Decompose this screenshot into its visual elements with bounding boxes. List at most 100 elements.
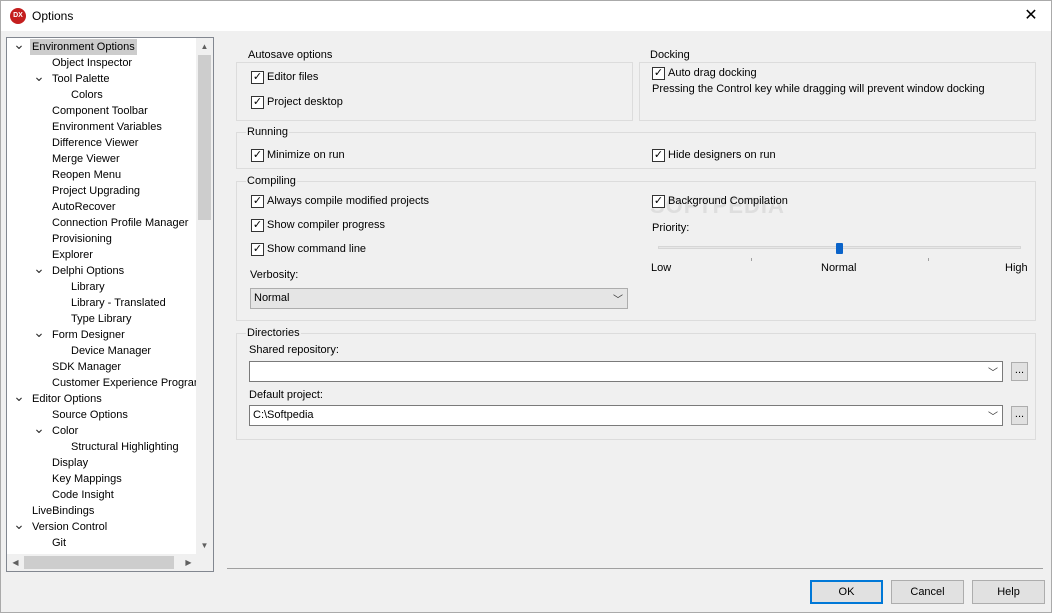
scroll-right-icon[interactable]: ▶: [180, 554, 197, 571]
tree-item[interactable]: Delphi Options: [50, 263, 126, 279]
checkbox-label: Auto drag docking: [668, 67, 757, 79]
tree-item[interactable]: Colors: [69, 87, 105, 103]
directories-title: Directories: [246, 327, 301, 339]
shared-repository-label: Shared repository:: [249, 344, 339, 356]
tree-item[interactable]: Reopen Menu: [50, 167, 123, 183]
expand-toggle-icon[interactable]: ⌄: [13, 38, 25, 55]
tree-item[interactable]: SDK Manager: [50, 359, 123, 375]
checkbox-box: ✓: [251, 243, 264, 256]
chevron-down-icon[interactable]: ﹀: [988, 364, 998, 379]
tree-item[interactable]: Editor Options: [30, 391, 104, 407]
slider-tick: [751, 258, 752, 261]
tree-item[interactable]: Environment Variables: [50, 119, 164, 135]
tree-item[interactable]: Structural Highlighting: [69, 439, 181, 455]
browse-default-button[interactable]: ...: [1011, 406, 1028, 425]
tree-item[interactable]: Display: [50, 455, 90, 471]
scroll-corner: [196, 554, 213, 571]
checkbox-box: ✓: [251, 96, 264, 109]
tree-item[interactable]: Connection Profile Manager: [50, 215, 190, 231]
browse-shared-button[interactable]: ...: [1011, 362, 1028, 381]
autosave-title: Autosave options: [247, 49, 334, 61]
priority-low-label: Low: [651, 262, 672, 274]
expand-toggle-icon[interactable]: ⌄: [13, 389, 25, 407]
checkbox-box: ✓: [251, 71, 264, 84]
expand-toggle-icon[interactable]: ⌄: [33, 261, 45, 279]
tree-content: ⌄ Environment Options Object Inspector ⌄ Too…: [7, 38, 197, 554]
verbosity-select[interactable]: Normal ﹀: [250, 288, 628, 309]
window-title: Options: [32, 9, 74, 23]
expand-toggle-icon[interactable]: ⌄: [13, 517, 25, 535]
tree-item[interactable]: Environment Options: [30, 39, 137, 55]
tree-item[interactable]: Version Control: [30, 519, 109, 535]
shared-repository-input[interactable]: ﹀: [249, 361, 1003, 382]
tree-item[interactable]: Component Toolbar: [50, 103, 150, 119]
tree-item[interactable]: Form Designer: [50, 327, 127, 343]
tree-item[interactable]: Object Inspector: [50, 55, 134, 71]
tree-item[interactable]: Provisioning: [50, 231, 114, 247]
checkbox-label: Background Compilation: [668, 195, 788, 207]
help-button[interactable]: Help: [972, 580, 1045, 604]
tree-item[interactable]: Customer Experience Program: [50, 375, 197, 391]
checkbox-box: ✓: [251, 149, 264, 162]
tree-item[interactable]: AutoRecover: [50, 199, 118, 215]
options-tree[interactable]: ⌄ Environment Options Object Inspector ⌄ Too…: [6, 37, 214, 572]
checkbox-box: ✓: [652, 195, 665, 208]
checkbox-label: Always compile modified projects: [267, 195, 430, 207]
checkbox-box: ✓: [652, 149, 665, 162]
checkbox-label: Hide designers on run: [668, 149, 776, 161]
priority-label: Priority:: [652, 222, 690, 234]
scroll-thumb-horizontal[interactable]: [24, 556, 174, 569]
running-title: Running: [246, 126, 289, 138]
tree-item[interactable]: Library - Translated: [69, 295, 168, 311]
slider-tick: [928, 258, 929, 261]
expand-toggle-icon[interactable]: ⌄: [33, 325, 45, 343]
docking-note: Pressing the Control key while dragging …: [652, 83, 985, 95]
tree-item[interactable]: Explorer: [50, 247, 95, 263]
tree-vertical-scrollbar[interactable]: ▲ ▼: [196, 38, 213, 554]
ok-button[interactable]: OK: [810, 580, 883, 604]
title-bar: DX Options ✕: [0, 0, 1052, 31]
checkbox-label: Editor files: [267, 71, 319, 83]
checkbox-box: ✓: [652, 67, 665, 80]
tree-item[interactable]: Git: [50, 535, 68, 551]
expand-toggle-icon[interactable]: ⌄: [33, 421, 45, 439]
tree-item[interactable]: Project Upgrading: [50, 183, 142, 199]
priority-slider-thumb[interactable]: [835, 243, 843, 254]
checkbox-box: ✓: [251, 219, 264, 232]
tree-item[interactable]: Tool Palette: [50, 71, 111, 87]
checkbox-label: Show compiler progress: [267, 219, 385, 231]
chevron-down-icon[interactable]: ﹀: [988, 408, 998, 423]
tree-item[interactable]: Library: [69, 279, 107, 295]
scroll-thumb[interactable]: [198, 55, 211, 220]
scroll-left-icon[interactable]: ◀: [7, 554, 24, 571]
app-icon: DX: [10, 8, 26, 24]
verbosity-value: Normal: [254, 292, 290, 304]
scroll-down-icon[interactable]: ▼: [196, 537, 213, 554]
tree-item[interactable]: Key Mappings: [50, 471, 124, 487]
cancel-button[interactable]: Cancel: [891, 580, 964, 604]
default-project-input[interactable]: C:\Softpedia ﹀: [249, 405, 1003, 426]
compiling-title: Compiling: [246, 175, 297, 187]
bottom-separator: [227, 568, 1043, 569]
docking-title: Docking: [649, 49, 691, 61]
checkbox-label: Project desktop: [267, 96, 343, 108]
tree-item[interactable]: Source Options: [50, 407, 130, 423]
default-project-value: C:\Softpedia: [253, 409, 314, 421]
expand-toggle-icon[interactable]: ⌄: [33, 69, 45, 87]
priority-normal-label: Normal: [821, 262, 857, 274]
tree-item[interactable]: Code Insight: [50, 487, 116, 503]
checkbox-label: Minimize on run: [267, 149, 345, 161]
tree-item[interactable]: Color: [50, 423, 80, 439]
tree-item[interactable]: Device Manager: [69, 343, 153, 359]
tree-horizontal-scrollbar[interactable]: ◀ ▶: [7, 554, 197, 571]
tree-item[interactable]: Type Library: [69, 311, 134, 327]
tree-item[interactable]: Difference Viewer: [50, 135, 140, 151]
close-icon[interactable]: ✕: [1021, 6, 1041, 26]
priority-high-label: High: [1005, 262, 1028, 274]
running-group: [236, 132, 1036, 169]
verbosity-label: Verbosity:: [250, 269, 299, 281]
tree-item[interactable]: LiveBindings: [30, 503, 96, 519]
default-project-label: Default project:: [249, 389, 323, 401]
tree-item[interactable]: Merge Viewer: [50, 151, 122, 167]
scroll-up-icon[interactable]: ▲: [196, 38, 213, 55]
